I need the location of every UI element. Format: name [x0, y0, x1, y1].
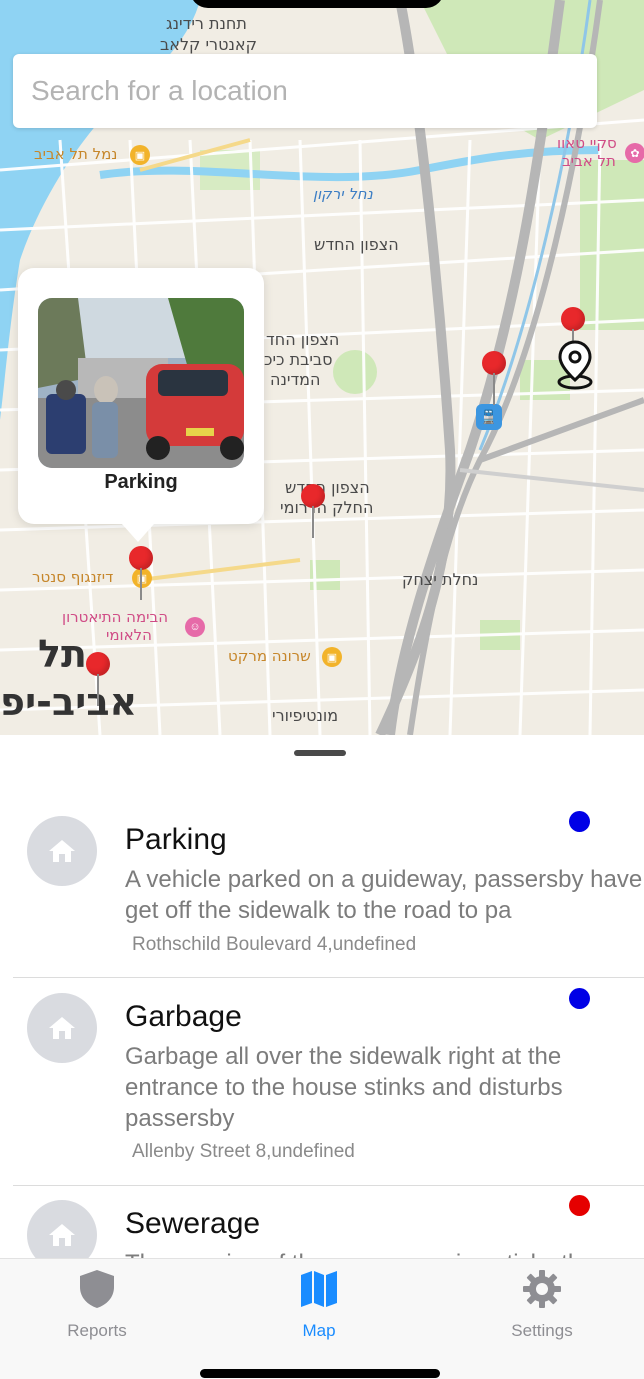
home-icon	[27, 816, 97, 886]
status-dot	[569, 1195, 590, 1216]
poi-theater-icon[interactable]: ☺	[185, 617, 205, 637]
search-input[interactable]	[13, 54, 597, 128]
map-label-country-club: קאנטרי קלאב	[160, 35, 257, 54]
poi-shopping-icon[interactable]: ▣	[322, 647, 342, 667]
sheet-grabber[interactable]	[294, 750, 346, 756]
tab-map[interactable]: Map	[259, 1269, 379, 1341]
tab-label: Map	[302, 1321, 336, 1340]
report-title: Sewerage	[125, 1207, 261, 1240]
poi-attraction-icon[interactable]: ✿	[625, 143, 644, 163]
map-label-habima: הבימה התיאטרון	[62, 608, 168, 626]
report-address: Rothschild Boulevard 4,undefined	[132, 934, 417, 955]
map-label-north-new-2: הצפון החד	[266, 330, 340, 349]
home-indicator[interactable]	[200, 1369, 440, 1378]
map-label-yarkon: נחל ירקון	[313, 185, 373, 203]
map-label-sky-tower: סקיי טאוו	[557, 134, 617, 152]
divider	[13, 977, 644, 978]
divider	[13, 1185, 644, 1186]
map-icon	[259, 1269, 379, 1309]
tab-settings[interactable]: Settings	[482, 1269, 602, 1341]
status-dot	[569, 811, 590, 832]
report-description: A vehicle parked on a guideway, passersb…	[125, 866, 644, 924]
report-pin[interactable]	[86, 652, 110, 708]
status-dot	[569, 988, 590, 1009]
tab-reports[interactable]: Reports	[37, 1269, 157, 1341]
map-label-aviv-yafo: אביב-יפ	[0, 680, 138, 724]
report-address: Allenby Street 8,undefined	[132, 1141, 355, 1162]
map-label-nahalat: נחלת יצחק	[402, 570, 479, 589]
map-label-sarona: שרונה מרקט	[228, 647, 311, 665]
map-label-south-part: החלק הדרומי	[280, 498, 374, 517]
map-label-tel-aviv: תל אביב	[562, 152, 616, 170]
device-notch	[190, 0, 444, 8]
report-pin-selected[interactable]	[129, 546, 153, 602]
train-station-icon[interactable]: 🚆	[476, 404, 502, 430]
location-marker-icon[interactable]	[556, 340, 594, 390]
search-bar[interactable]	[13, 54, 597, 128]
map-label-station: תחנת רידינג	[166, 14, 247, 33]
shield-icon	[37, 1269, 157, 1309]
map-label-north-new-south: הצפון החדש	[285, 478, 370, 497]
report-description: Garbage all over the sidewalk right at t…	[125, 1043, 563, 1132]
report-photo	[38, 298, 244, 468]
tab-label: Reports	[67, 1321, 127, 1340]
report-pin[interactable]	[482, 351, 506, 407]
map-label-kikar: סביבת כיכ	[264, 350, 333, 369]
map-label-leumi: הלאומי	[106, 626, 152, 644]
pin-callout[interactable]: Parking	[18, 268, 264, 542]
map-view[interactable]: תחנת רידינג קאנטרי קלאב נמל תל אביב נחל …	[0, 0, 644, 735]
map-label-tel: תל	[38, 632, 87, 676]
callout-title: Parking	[104, 471, 178, 493]
map-label-north-new: הצפון החדש	[314, 235, 399, 254]
gear-icon	[482, 1269, 602, 1309]
tab-bar: Reports Map Settings	[0, 1258, 644, 1379]
tab-label: Settings	[511, 1321, 573, 1340]
poi-shopping-icon[interactable]: ▣	[130, 145, 150, 165]
report-title: Parking	[125, 823, 227, 856]
map-label-montefiore: מונטיפיורי	[272, 706, 339, 725]
map-label-dizengoff: דיזנגוף סנטר	[32, 568, 114, 586]
home-icon	[27, 993, 97, 1063]
report-pin[interactable]	[301, 484, 325, 540]
reports-sheet[interactable]: Parking A vehicle parked on a guideway, …	[0, 735, 644, 1260]
home-icon	[27, 1200, 97, 1260]
map-label-medina: המדינה	[270, 370, 321, 389]
map-label-port: נמל תל אביב	[34, 145, 118, 163]
report-title: Garbage	[125, 1000, 242, 1033]
